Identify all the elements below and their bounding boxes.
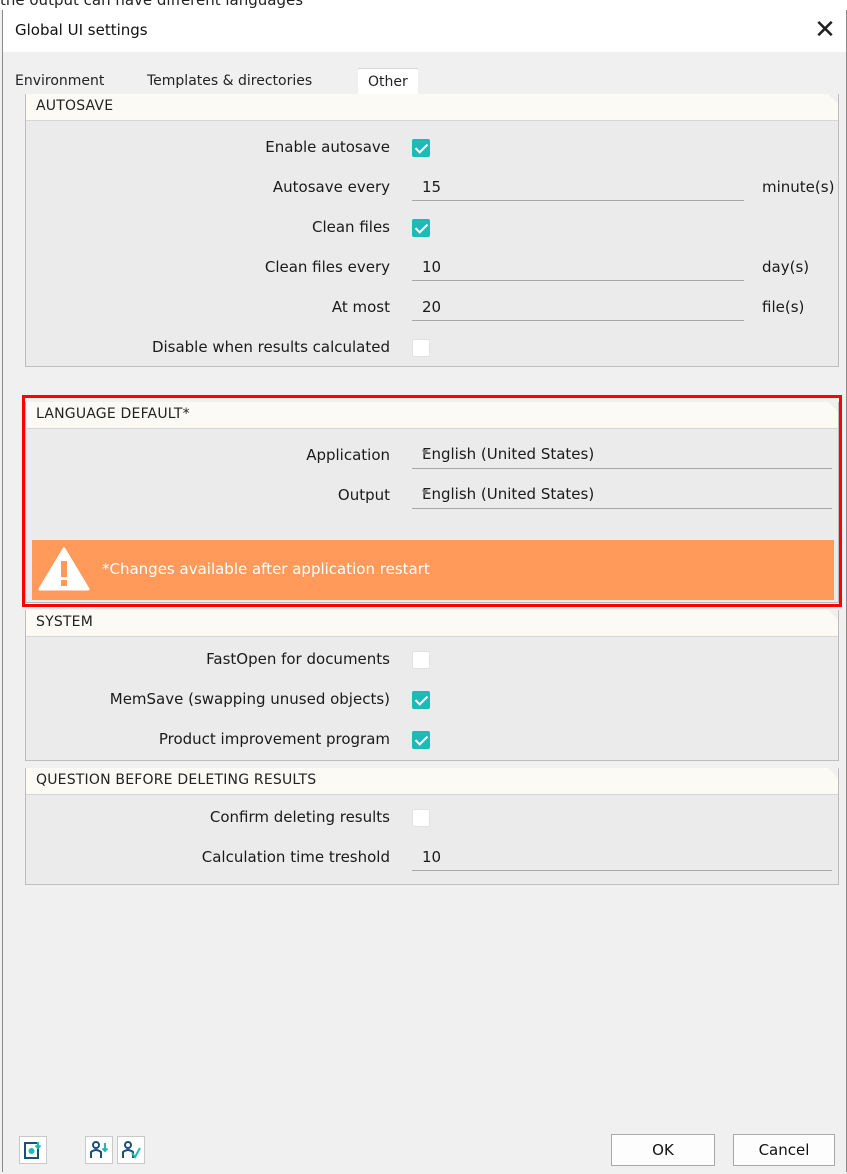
system-header-label: SYSTEM [36, 614, 94, 630]
clean-files-checkbox[interactable] [412, 219, 430, 237]
application-language-row: Application English (United States) ▾ [26, 436, 838, 476]
at-most-input[interactable]: 20 [412, 292, 744, 321]
calculation-threshold-input[interactable]: 10 [412, 842, 832, 871]
tab-environment[interactable]: Environment [5, 68, 114, 94]
tab-bar: Environment Templates & directories Othe… [3, 68, 846, 95]
language-group: LANGUAGE DEFAULT* Application English (U… [25, 402, 839, 603]
application-language-select[interactable]: English (United States) ▾ [412, 440, 832, 469]
confirm-deleting-checkbox[interactable] [412, 809, 430, 827]
autosave-every-input[interactable]: 15 [412, 172, 744, 201]
restart-warning-text: *Changes available after application res… [102, 560, 430, 578]
system-group: SYSTEM FastOpen for documents MemSave (s… [25, 610, 839, 761]
autosave-every-row: Autosave every 15 minute(s) [26, 168, 838, 208]
calculation-threshold-value: 10 [422, 848, 442, 866]
warning-icon [38, 547, 90, 591]
clean-files-every-unit: day(s) [762, 258, 810, 276]
close-icon[interactable]: ✕ [810, 14, 840, 46]
language-header: LANGUAGE DEFAULT* [26, 402, 838, 429]
at-most-label: At most [331, 298, 390, 316]
enable-autosave-label: Enable autosave [265, 138, 390, 156]
cancel-button[interactable]: Cancel [733, 1134, 835, 1166]
confirm-deleting-row: Confirm deleting results [26, 798, 838, 838]
at-most-value: 20 [422, 298, 442, 316]
ok-button[interactable]: OK [611, 1134, 715, 1166]
tab-content-other: AUTOSAVE Enable autosave Autosave every … [21, 94, 842, 1094]
product-improvement-checkbox[interactable] [412, 731, 430, 749]
autosave-header-label: AUTOSAVE [36, 98, 114, 114]
at-most-unit: file(s) [762, 298, 805, 316]
user-check-icon [122, 1141, 141, 1159]
autosave-every-unit: minute(s) [762, 178, 835, 196]
output-language-row: Output English (United States) ▾ [26, 476, 838, 516]
fastopen-checkbox[interactable] [412, 651, 430, 669]
export-settings-button[interactable] [19, 1136, 47, 1164]
language-header-label: LANGUAGE DEFAULT* [36, 406, 190, 422]
fastopen-row: FastOpen for documents [26, 640, 838, 680]
fastopen-label: FastOpen for documents [206, 650, 390, 668]
clean-files-every-label: Clean files every [264, 258, 390, 276]
tab-other[interactable]: Other [358, 68, 418, 95]
background-caption-strip: the output can have different languages [0, 0, 847, 10]
application-language-label: Application [306, 446, 390, 464]
autosave-every-value: 15 [422, 178, 442, 196]
clean-files-every-row: Clean files every 10 day(s) [26, 248, 838, 288]
memsave-row: MemSave (swapping unused objects) [26, 680, 838, 720]
background-caption-text: the output can have different languages [0, 0, 304, 9]
clean-files-label: Clean files [312, 218, 390, 236]
output-language-label: Output [337, 486, 390, 504]
enable-autosave-checkbox[interactable] [412, 139, 430, 157]
dialog-title: Global UI settings [15, 21, 148, 39]
user-download-icon [90, 1141, 109, 1158]
disable-when-calculated-row: Disable when results calculated [26, 328, 838, 368]
enable-autosave-row: Enable autosave [26, 128, 838, 168]
chevron-down-icon: ▾ [422, 485, 429, 499]
dialog-footer: OK Cancel [3, 1128, 846, 1172]
clean-files-every-value: 10 [422, 258, 442, 276]
product-improvement-label: Product improvement program [158, 730, 390, 748]
autosave-group: AUTOSAVE Enable autosave Autosave every … [25, 94, 839, 367]
settings-dialog: Global UI settings ✕ Environment Templat… [2, 10, 847, 1172]
question-group: QUESTION BEFORE DELETING RESULTS Confirm… [25, 768, 839, 885]
memsave-label: MemSave (swapping unused objects) [109, 690, 390, 708]
tab-templates-directories[interactable]: Templates & directories [137, 68, 322, 94]
question-header-label: QUESTION BEFORE DELETING RESULTS [36, 772, 317, 788]
chevron-down-icon: ▾ [422, 445, 429, 459]
user-settings-apply-button[interactable] [117, 1136, 145, 1164]
calculation-threshold-label: Calculation time treshold [201, 848, 390, 866]
autosave-every-label: Autosave every [272, 178, 390, 196]
title-bar: Global UI settings ✕ [3, 10, 846, 52]
product-improvement-row: Product improvement program [26, 720, 838, 760]
user-settings-import-button[interactable] [85, 1136, 113, 1164]
restart-warning-banner: *Changes available after application res… [32, 540, 834, 600]
disable-when-calculated-label: Disable when results calculated [151, 338, 390, 356]
question-header: QUESTION BEFORE DELETING RESULTS [26, 768, 838, 795]
clean-files-every-input[interactable]: 10 [412, 252, 744, 281]
calculation-threshold-row: Calculation time treshold 10 [26, 838, 838, 878]
system-header: SYSTEM [26, 610, 838, 637]
at-most-row: At most 20 file(s) [26, 288, 838, 328]
document-export-icon [24, 1142, 42, 1159]
memsave-checkbox[interactable] [412, 691, 430, 709]
clean-files-row: Clean files [26, 208, 838, 248]
autosave-header: AUTOSAVE [26, 94, 838, 121]
output-language-select[interactable]: English (United States) ▾ [412, 480, 832, 509]
disable-when-calculated-checkbox[interactable] [412, 339, 430, 357]
confirm-deleting-label: Confirm deleting results [209, 808, 390, 826]
